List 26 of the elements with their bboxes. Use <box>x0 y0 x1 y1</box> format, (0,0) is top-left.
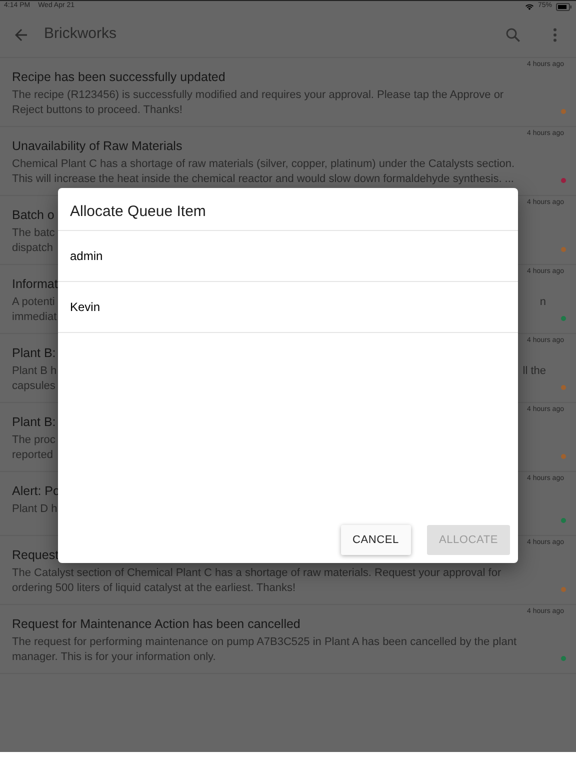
notification-text: capsules <box>12 378 56 393</box>
notification-title: Plant B: <box>12 345 56 361</box>
notification-text: immediat <box>12 310 57 324</box>
notification-body: The recipe (R123456) is successfully modified and requires your approval. Please tap the Approve or Reject buttons to proceed. Thanks! <box>12 88 505 117</box>
notification-text: reported <box>12 448 53 462</box>
app-title: Brickworks <box>44 24 117 44</box>
notification-text: n <box>540 295 546 310</box>
notification-text: A potenti <box>12 295 55 310</box>
notification-title: Informat <box>12 276 58 292</box>
search-icon[interactable] <box>504 26 522 44</box>
user-option[interactable]: admin <box>58 231 518 282</box>
notification-text: The proc <box>12 433 56 448</box>
notification-text: dispatch <box>12 240 53 255</box>
notification-title: Recipe has been successfully updated <box>12 69 226 85</box>
notification-title: Request <box>12 547 59 563</box>
user-option[interactable]: Kevin <box>58 282 518 333</box>
notification-body: Chemical Plant C has a shortage of raw materials (silver, copper, platinum) under the Catalysts section. This will increase the heat inside the chemical reactor and would slow down formaldehyde synthesis. ... <box>12 157 516 186</box>
notification-title: Request for Maintenance Action has been cancelled <box>12 616 300 632</box>
notification-text: The batc <box>12 226 55 240</box>
notification-title: Batch o <box>12 207 54 223</box>
notification-title: Plant B: <box>12 414 56 430</box>
dialog-button[interactable]: CANCEL <box>340 524 411 555</box>
battery-icon <box>556 2 572 10</box>
notification-title: Unavailability of Raw Materials <box>12 138 182 154</box>
wifi-icon <box>524 2 534 10</box>
notification-body: The request for performing maintenance on pump A7B3C525 in Plant A has been cancelled by the plant manager. This is for your information only. <box>12 635 518 664</box>
